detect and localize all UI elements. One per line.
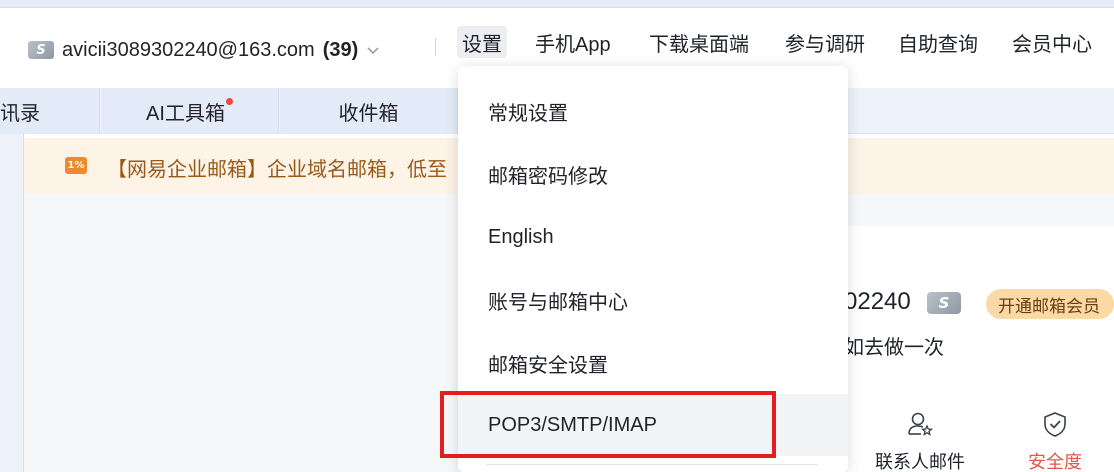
promo-icon: 1% bbox=[65, 157, 87, 174]
unread-count: (39) bbox=[322, 38, 359, 61]
tab-label: AI工具箱 bbox=[146, 102, 225, 125]
menu-item-change-password[interactable]: 邮箱密码修改 bbox=[458, 143, 848, 205]
menu-item-english[interactable]: English bbox=[458, 206, 848, 268]
promo-text: 【网易企业邮箱】企业域名邮箱，低至 bbox=[107, 159, 447, 181]
tab-label: 讯录 bbox=[0, 102, 40, 125]
nav-mobile-app[interactable]: 手机App bbox=[535, 26, 611, 58]
tab-ai-toolbox[interactable]: AI工具箱 bbox=[101, 88, 279, 134]
profile-badge-icon: S bbox=[927, 292, 961, 314]
tab-contacts[interactable]: 讯录 bbox=[0, 88, 100, 134]
nav-separator bbox=[435, 38, 436, 56]
profile-name: 02240 bbox=[844, 288, 911, 315]
account-badge-icon: S bbox=[28, 41, 54, 59]
window-top-strip bbox=[0, 0, 1114, 8]
account-switcher[interactable]: S avicii3089302240@163.com (39) bbox=[28, 36, 380, 64]
quick-action-security[interactable]: 安全度 bbox=[1028, 410, 1082, 472]
quick-action-label: 安全度 bbox=[1028, 452, 1082, 472]
tab-label: 收件箱 bbox=[338, 102, 399, 125]
tab-inbox[interactable]: 收件箱 bbox=[280, 88, 458, 134]
nav-survey[interactable]: 参与调研 bbox=[785, 26, 865, 58]
contact-star-icon bbox=[908, 412, 934, 436]
shield-check-icon bbox=[1044, 412, 1066, 437]
nav-member-center[interactable]: 会员中心 bbox=[1012, 26, 1092, 58]
menu-divider bbox=[486, 464, 818, 465]
nav-self-service[interactable]: 自助查询 bbox=[898, 26, 978, 58]
annotation-highlight-box bbox=[440, 391, 776, 458]
profile-subtitle: 如去做一次 bbox=[844, 337, 944, 359]
quick-action-contact-mail[interactable]: 联系人邮件 bbox=[875, 410, 965, 472]
account-email: avicii3089302240@163.com bbox=[62, 38, 315, 61]
menu-item-general-settings[interactable]: 常规设置 bbox=[458, 80, 848, 142]
vip-button[interactable]: 开通邮箱会员 bbox=[986, 289, 1114, 319]
chevron-down-icon bbox=[367, 47, 379, 55]
left-sidebar-edge bbox=[0, 134, 24, 472]
quick-action-label: 联系人邮件 bbox=[875, 452, 965, 472]
menu-item-account-center[interactable]: 账号与邮箱中心 bbox=[458, 269, 848, 331]
menu-item-security-settings[interactable]: 邮箱安全设置 bbox=[458, 332, 848, 394]
nav-download-desktop[interactable]: 下载桌面端 bbox=[649, 26, 749, 58]
notification-dot bbox=[225, 97, 233, 105]
nav-settings[interactable]: 设置 bbox=[457, 26, 507, 58]
